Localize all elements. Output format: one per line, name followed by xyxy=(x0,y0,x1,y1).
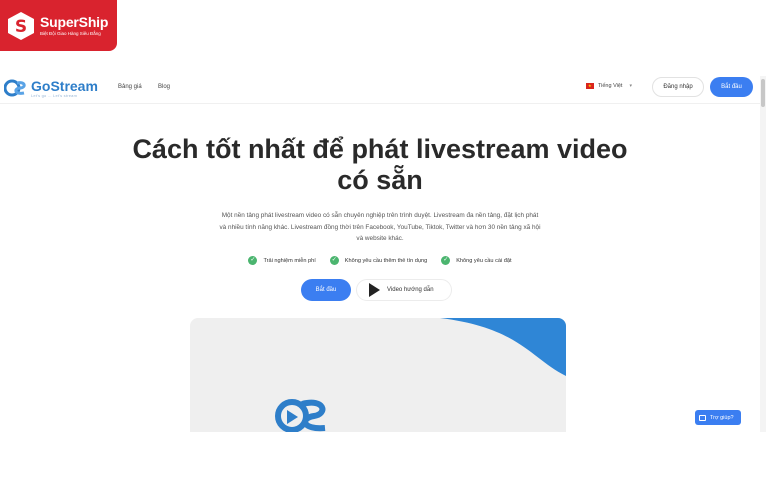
page-scrollbar[interactable] xyxy=(760,76,766,432)
feature-item: ✓ Không yêu cầu thêm thẻ tín dụng xyxy=(329,256,428,265)
feature-list: ✓ Trải nghiệm miễn phí ✓ Không yêu cầu t… xyxy=(0,256,760,265)
feature-label: Không yêu cầu thêm thẻ tín dụng xyxy=(344,257,428,264)
supership-watermark: S SuperShip Biệt Đội Giao Hàng Siêu Đẳng xyxy=(0,0,117,51)
header-start-button[interactable]: Bắt đầu xyxy=(710,77,753,97)
video-guide-button[interactable]: Video hướng dẫn xyxy=(356,279,452,301)
hero-title-line-1: Cách tốt nhất để phát livestream video xyxy=(132,134,628,164)
bottom-blank-area xyxy=(0,432,768,480)
feature-item: ✓ Không yêu cầu cài đặt xyxy=(441,256,512,265)
hero-description-line-3: và website khác. xyxy=(356,235,404,242)
hero-title: Cách tốt nhất để phát livestream video c… xyxy=(0,134,760,196)
hero-description-line-2: và nhiều tính năng khác. Livestream đồng… xyxy=(219,223,541,231)
feature-label: Không yêu cầu cài đặt xyxy=(456,257,512,264)
vietnam-flag-icon xyxy=(586,83,594,89)
hero-description-line-1: Một nền tảng phát livestream video có sẵ… xyxy=(221,212,539,219)
video-guide-label: Video hướng dẫn xyxy=(387,287,434,293)
check-icon: ✓ xyxy=(329,256,339,265)
nav-link-blog[interactable]: Blog xyxy=(158,84,170,90)
product-preview xyxy=(190,318,566,432)
feature-label: Trải nghiệm miễn phí xyxy=(263,257,316,264)
brand-name: GoStream xyxy=(31,77,98,94)
svg-text:S: S xyxy=(15,17,27,37)
gostream-logo-icon xyxy=(4,79,26,97)
gostream-logo[interactable]: GoStream Let's go ... Let's stream xyxy=(4,77,98,99)
feature-item: ✓ Trải nghiệm miễn phí xyxy=(248,256,316,265)
top-navbar: GoStream Let's go ... Let's stream Bảng … xyxy=(0,73,760,103)
chat-icon xyxy=(699,414,706,421)
chevron-down-icon: ▾ xyxy=(629,83,632,89)
nav-link-pricing[interactable]: Bảng giá xyxy=(118,84,142,90)
hero-start-button[interactable]: Bắt đầu xyxy=(301,279,351,301)
help-label: Trợ giúp? xyxy=(710,414,734,421)
play-icon xyxy=(369,283,380,297)
preview-graphic xyxy=(275,318,566,432)
header-divider xyxy=(0,103,760,104)
preview-blue-wave xyxy=(440,318,566,376)
hero-description: Một nền tảng phát livestream video có sẵ… xyxy=(176,210,584,245)
check-icon: ✓ xyxy=(248,256,258,265)
language-selector[interactable]: Tiếng Việt ▾ xyxy=(586,83,632,89)
supership-name: SuperShip xyxy=(40,13,109,30)
supership-logo-icon: S xyxy=(8,11,34,40)
login-button[interactable]: Đăng nhập xyxy=(652,77,704,97)
browser-viewport: GoStream Let's go ... Let's stream Bảng … xyxy=(0,0,768,432)
scrollbar-thumb[interactable] xyxy=(761,79,765,107)
check-icon: ✓ xyxy=(441,256,451,265)
gostream-preview-logo-icon xyxy=(275,399,326,432)
help-chat-button[interactable]: Trợ giúp? xyxy=(695,410,741,425)
language-label: Tiếng Việt xyxy=(598,83,623,89)
hero-title-line-2: có sẵn xyxy=(337,165,423,195)
supership-tagline: Biệt Đội Giao Hàng Siêu Đẳng xyxy=(40,30,101,36)
